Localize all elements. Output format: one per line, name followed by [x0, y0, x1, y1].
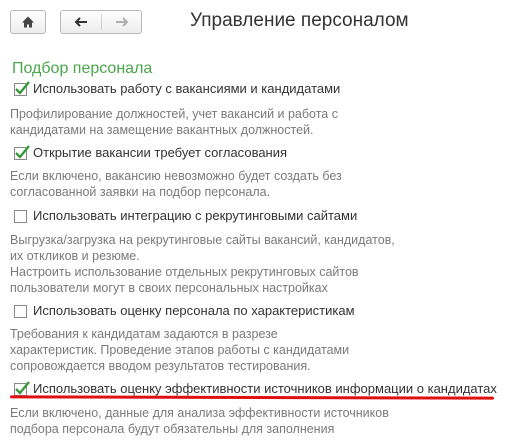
home-button[interactable]	[10, 10, 46, 34]
option-label[interactable]: Открытие вакансии требует согласования	[33, 145, 287, 160]
option-description: Требования к кандидатам задаются в разре…	[10, 326, 349, 374]
checkmark-icon	[15, 81, 30, 95]
home-icon	[22, 16, 34, 28]
checkmark-icon	[15, 145, 30, 159]
description-line: Профилирование должностей, учет вакансий…	[10, 107, 338, 121]
option-label[interactable]: Использовать работу с вакансиями и канди…	[33, 81, 340, 96]
option-description: Профилирование должностей, учет вакансий…	[10, 106, 338, 138]
description-line: пользователи могут в своих персональных …	[10, 281, 328, 295]
description-line: сопровождается вводом результатов тестир…	[10, 359, 311, 373]
description-line: подбора персонала будут обязательны для …	[10, 422, 335, 436]
checkbox-vacancies[interactable]	[14, 81, 30, 96]
checkmark-icon	[15, 381, 30, 395]
description-line: Настроить использование отдельных рекрут…	[10, 265, 359, 279]
description-line: согласованной заявки на подбор персонала…	[10, 185, 271, 199]
option-description: Если включено, вакансию невозможно будет…	[10, 168, 342, 200]
option-description: Если включено, данные для анализа эффект…	[10, 405, 389, 437]
option-description: Выгрузка/загрузка на рекрутинговые сайты…	[10, 232, 395, 296]
description-line: Если включено, вакансию невозможно будет…	[10, 169, 342, 183]
description-line: их откликов и резюме.	[10, 249, 140, 263]
description-line: кандидатами на замещение вакантных должн…	[10, 123, 314, 137]
section-title: Подбор персонала	[12, 60, 153, 77]
back-button[interactable]	[61, 11, 101, 33]
option-label[interactable]: Использовать оценку персонала по характе…	[33, 303, 355, 318]
checkbox-recruiting-sites[interactable]	[14, 210, 27, 223]
checkbox-personnel-evaluation[interactable]	[14, 305, 27, 318]
highlight-underline	[9, 395, 495, 400]
arrow-right-icon	[116, 17, 129, 27]
description-line: характеристик. Проведение этапов работы …	[10, 343, 350, 357]
description-line: Если включено, данные для анализа эффект…	[10, 406, 389, 420]
arrow-left-icon	[74, 17, 87, 27]
option-label[interactable]: Использовать интеграцию с рекрутинговыми…	[33, 208, 357, 223]
navigation-buttons	[60, 10, 142, 34]
checkbox-source-efficiency[interactable]	[14, 381, 30, 396]
page-title: Управление персоналом	[190, 10, 409, 31]
description-line: Требования к кандидатам задаются в разре…	[10, 327, 278, 341]
checkbox-vacancy-approval[interactable]	[14, 145, 30, 160]
option-label[interactable]: Использовать оценку эффективности источн…	[33, 381, 497, 396]
forward-button[interactable]	[102, 11, 142, 33]
description-line: Выгрузка/загрузка на рекрутинговые сайты…	[10, 233, 395, 247]
